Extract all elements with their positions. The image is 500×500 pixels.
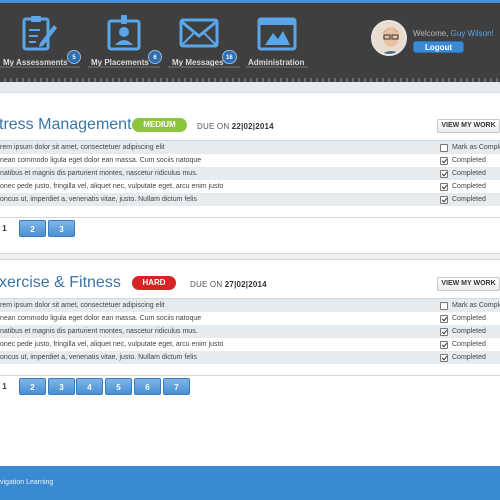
subheader-strip [0, 82, 500, 93]
due-label: DUE ON [190, 280, 223, 289]
task-status: Completed [452, 183, 486, 190]
nav-my-assessments[interactable]: My Assessments 5 [0, 3, 81, 69]
avatar[interactable] [371, 20, 407, 56]
task-status: Completed [452, 341, 486, 348]
due-date-value: 27|02|2014 [224, 280, 267, 289]
nav-underline [88, 66, 160, 68]
task-row: nean commodo ligula eget dolor ean massa… [0, 312, 500, 325]
welcome-text: Welcome, Guy Wilson! [413, 29, 494, 38]
page-button[interactable]: 3 [48, 378, 75, 395]
task-text: onec pede justo, fringilla vel, aliquet … [0, 183, 224, 190]
task-status: Completed [452, 328, 486, 335]
task-row: natibus et magnis dis parturient montes,… [0, 167, 500, 180]
assessment-title-row: xercise & Fitness HARD DUE ON 27|02|2014… [0, 271, 500, 299]
welcome-label: Welcome, [413, 29, 449, 38]
task-checkbox[interactable] [440, 196, 448, 204]
nav-my-placements[interactable]: My Placements 6 [88, 3, 162, 69]
due-date: DUE ON 27|02|2014 [190, 280, 267, 289]
task-row: onec pede justo, fringilla vel, aliquet … [0, 338, 500, 351]
envelope-icon [179, 18, 219, 48]
task-status: Completed [452, 157, 486, 164]
task-status: Completed [452, 354, 486, 361]
task-text: rem ipsum dolor sit amet, consectetuer a… [0, 302, 165, 309]
task-text: natibus et magnis dis parturient montes,… [0, 328, 198, 335]
page-button[interactable]: 2 [19, 220, 46, 237]
task-checkbox[interactable] [440, 157, 448, 165]
task-text: oncus ut, imperdiet a, venenatis vitae, … [0, 196, 197, 203]
task-checkbox[interactable] [440, 302, 448, 310]
due-date-value: 22|02|2014 [231, 122, 274, 131]
nav-underline [0, 66, 80, 68]
page-button[interactable]: 7 [163, 378, 190, 395]
page-button[interactable]: 3 [48, 220, 75, 237]
task-checkbox[interactable] [440, 315, 448, 323]
task-row: nean commodo ligula eget dolor ean massa… [0, 154, 500, 167]
clipboard-pencil-icon [22, 16, 57, 51]
task-text: onec pede justo, fringilla vel, aliquet … [0, 341, 224, 348]
due-date: DUE ON 22|02|2014 [197, 122, 274, 131]
task-checkbox[interactable] [440, 354, 448, 362]
nav-count-badge: 6 [148, 50, 162, 64]
nav-count-badge: 5 [67, 50, 81, 64]
nav-my-messages[interactable]: My Messages 16 [168, 3, 240, 69]
page-current[interactable]: 1 [0, 220, 18, 237]
difficulty-badge: MEDIUM [132, 118, 187, 132]
page-button[interactable]: 5 [105, 378, 132, 395]
task-status: Completed [452, 315, 486, 322]
id-badge-icon [107, 15, 141, 51]
difficulty-badge: HARD [132, 276, 176, 290]
task-checkbox[interactable] [440, 328, 448, 336]
footer-bar: vigation Learning [0, 466, 500, 500]
task-text: nean commodo ligula eget dolor ean massa… [0, 315, 202, 322]
assessment-title: xercise & Fitness [0, 274, 121, 291]
section-divider [0, 253, 500, 260]
assessment-title: tress Management [0, 116, 132, 133]
task-status: Completed [452, 196, 486, 203]
task-status: Mark as Complete [452, 302, 500, 309]
footer-text: vigation Learning [0, 479, 54, 486]
nav-administration[interactable]: Administration [246, 3, 308, 69]
toolbox-icon [257, 17, 297, 51]
task-checkbox[interactable] [440, 170, 448, 178]
assessment-title-row: tress Management MEDIUM DUE ON 22|02|201… [0, 113, 500, 141]
page-button[interactable]: 2 [19, 378, 46, 395]
page-button[interactable]: 4 [76, 378, 103, 395]
task-status: Mark as Complete [452, 144, 500, 151]
task-row: natibus et magnis dis parturient montes,… [0, 325, 500, 338]
task-checkbox[interactable] [440, 183, 448, 191]
task-checkbox[interactable] [440, 341, 448, 349]
logout-button[interactable]: Logout [413, 41, 464, 53]
nav-count-badge: 16 [222, 50, 237, 64]
task-row: oncus ut, imperdiet a, venenatis vitae, … [0, 193, 500, 206]
task-row: onec pede justo, fringilla vel, aliquet … [0, 180, 500, 193]
task-row: rem ipsum dolor sit amet, consectetuer a… [0, 299, 500, 312]
due-label: DUE ON [197, 122, 230, 131]
view-my-work-button[interactable]: VIEW MY WORK [437, 119, 500, 133]
page-current[interactable]: 1 [0, 378, 18, 395]
pager-divider [0, 217, 500, 218]
page-button[interactable]: 6 [134, 378, 161, 395]
task-row: rem ipsum dolor sit amet, consectetuer a… [0, 141, 500, 154]
nav-underline [168, 66, 240, 68]
task-text: nean commodo ligula eget dolor ean massa… [0, 157, 202, 164]
task-text: rem ipsum dolor sit amet, consectetuer a… [0, 144, 165, 151]
user-name: Guy Wilson! [450, 29, 494, 38]
task-row: oncus ut, imperdiet a, venenatis vitae, … [0, 351, 500, 364]
nav-underline [246, 66, 308, 68]
view-my-work-button[interactable]: VIEW MY WORK [437, 277, 500, 291]
task-checkbox[interactable] [440, 144, 448, 152]
task-text: natibus et magnis dis parturient montes,… [0, 170, 198, 177]
task-text: oncus ut, imperdiet a, venenatis vitae, … [0, 354, 197, 361]
task-status: Completed [452, 170, 486, 177]
pager-divider [0, 375, 500, 376]
